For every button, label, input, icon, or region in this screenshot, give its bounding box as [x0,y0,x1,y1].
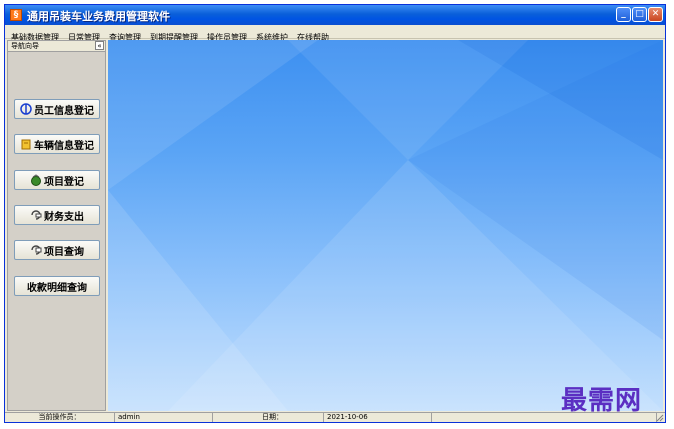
project-register-label: 项目登记 [44,176,84,188]
vehicle-icon [20,138,32,150]
employee-register-button[interactable]: 员工信息登记 [14,99,100,119]
watermark: 最需网 [561,386,643,416]
maximize-button[interactable]: □ [632,7,647,22]
vehicle-register-label: 车辆信息登记 [34,140,94,152]
workspace-background [108,40,663,411]
close-button[interactable]: ✕ [648,7,663,22]
window-title: 通用吊装车业务费用管理软件 [27,10,170,23]
navigation-sidebar: 导航向导 « 员工信息登记 车辆信息登记 项目登记 财务支出 项目查询 收款明细… [7,40,106,411]
menu-bar: 基础数据管理 日常管理 查询管理 到期提醒管理 操作员管理 系统维护 在线帮助 [5,25,665,42]
query-icon [30,244,42,256]
employee-register-label: 员工信息登记 [34,105,94,117]
collapse-button[interactable]: « [95,41,104,50]
project-register-button[interactable]: 项目登记 [14,170,100,190]
finance-expense-label: 财务支出 [44,211,84,223]
operator-value: admin [115,413,213,422]
date-label: 日期： [213,413,324,422]
project-query-button[interactable]: 项目查询 [14,240,100,260]
sidebar-title: 导航向导 [11,42,39,50]
receipt-detail-query-button[interactable]: 收款明细查询 [14,276,100,296]
receipt-detail-query-label: 收款明细查询 [27,282,87,294]
app-icon[interactable]: § [10,9,22,21]
minimize-button[interactable]: _ [616,7,631,22]
sidebar-header: 导航向导 « [8,41,105,52]
finance-expense-button[interactable]: 财务支出 [14,205,100,225]
background-pattern [108,40,663,411]
employee-icon [20,103,32,115]
project-icon [30,174,42,186]
operator-label: 当前操作员： [5,413,115,422]
project-query-label: 项目查询 [44,246,84,258]
resize-grip-icon[interactable] [656,414,664,422]
vehicle-register-button[interactable]: 车辆信息登记 [14,134,100,154]
finance-icon [30,209,42,221]
close-icon: ✕ [651,9,660,19]
date-value: 2021-10-06 [324,413,432,422]
minimize-icon: _ [621,9,626,19]
main-window: § 通用吊装车业务费用管理软件 _ □ ✕ 基础数据管理 日常管理 查询管理 到期提醒… [4,4,666,423]
title-bar[interactable]: § 通用吊装车业务费用管理软件 _ □ ✕ [5,5,665,25]
maximize-icon: □ [635,9,644,19]
